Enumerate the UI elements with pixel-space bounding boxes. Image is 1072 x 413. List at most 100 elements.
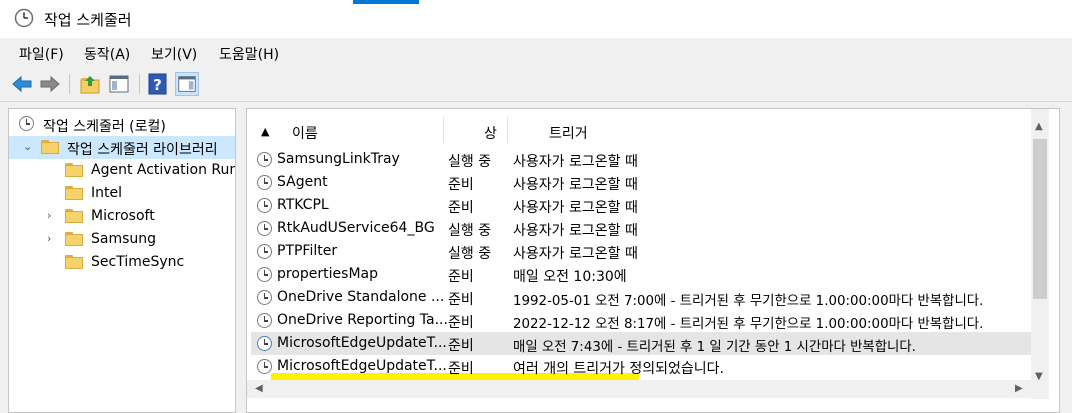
task-clock-icon: [257, 267, 272, 282]
column-status-header[interactable]: 상: [484, 123, 497, 143]
tree-folder-label: Microsoft: [91, 208, 155, 224]
tree-folder-sectimesync[interactable]: SecTimeSync: [9, 251, 235, 274]
task-trigger: 여러 개의 트리거가 정의되었습니다.: [513, 361, 724, 377]
task-trigger: 매일 오전 10:30에: [513, 269, 627, 285]
task-trigger: 매일 오전 7:43에 - 트리거된 후 1 일 기간 동안 1 시간마다 반복…: [513, 340, 916, 355]
menu-help[interactable]: 도움말(H): [219, 44, 279, 64]
tree-root[interactable]: 작업 스케줄러 (로컬): [9, 113, 235, 136]
task-status: 준비: [448, 200, 474, 216]
table-row[interactable]: RTKCPL 준비 사용자가 로그온할 때: [251, 194, 1031, 217]
task-status: 준비: [448, 361, 474, 377]
vertical-scroll-thumb[interactable]: [1033, 139, 1047, 299]
task-status: 실행 중: [448, 154, 492, 170]
column-trigger-header[interactable]: 트리거: [549, 123, 588, 143]
task-status: 준비: [448, 177, 474, 193]
task-status: 실행 중: [448, 246, 492, 262]
show-hide-action-pane-icon: [178, 76, 196, 92]
task-status: 준비: [448, 269, 474, 285]
task-scheduler-clock-icon: [14, 8, 34, 28]
task-clock-icon: [257, 175, 272, 190]
toolbar: ?: [0, 68, 1072, 102]
task-status: 준비: [448, 338, 474, 354]
sort-ascending-icon: ▲: [261, 125, 270, 138]
table-row[interactable]: MicrosoftEdgeUpdateT... 준비 여러 개의 트리거가 정의…: [251, 355, 1031, 378]
task-name: OneDrive Reporting Ta...: [277, 312, 448, 328]
chevron-right-icon[interactable]: ›: [47, 209, 51, 222]
task-name: RTKCPL: [277, 197, 329, 213]
tree-folder-label: Agent Activation Runt: [91, 162, 236, 178]
scroll-right-icon[interactable]: ▶: [1015, 383, 1023, 394]
table-row[interactable]: MicrosoftEdgeUpdateT... 준비 매일 오전 7:43에 -…: [251, 332, 1031, 355]
column-divider[interactable]: [443, 117, 444, 143]
task-clock-icon: [257, 198, 272, 213]
window-title: 작업 스케줄러: [44, 11, 132, 29]
table-row[interactable]: SAgent 준비 사용자가 로그온할 때: [251, 171, 1031, 194]
folder-icon: [65, 255, 83, 269]
task-trigger: 사용자가 로그온할 때: [513, 223, 638, 239]
task-trigger: 사용자가 로그온할 때: [513, 200, 638, 216]
task-clock-icon: [257, 244, 272, 259]
vertical-scrollbar[interactable]: ▲ ▼: [1031, 109, 1049, 399]
task-status: 실행 중: [448, 223, 492, 239]
task-name: OneDrive Standalone ...: [277, 289, 445, 305]
task-name: SAgent: [277, 174, 328, 190]
horizontal-scrollbar[interactable]: ◀ ▶: [247, 380, 1049, 398]
task-status: 준비: [448, 315, 474, 331]
table-row[interactable]: RtkAudUService64_BG 실행 중 사용자가 로그온할 때: [251, 217, 1031, 240]
console-tree[interactable]: 작업 스케줄러 (로컬) ⌄ 작업 스케줄러 라이브러리 Agent Activ…: [8, 108, 236, 413]
task-trigger: 사용자가 로그온할 때: [513, 177, 638, 193]
task-list[interactable]: ▲ 이름 상 트리거 SamsungLinkTray 실행 중 사용자가 로그온…: [246, 108, 1060, 413]
menu-view[interactable]: 보기(V): [151, 44, 197, 64]
show-hide-console-tree-icon[interactable]: [107, 72, 131, 96]
tree-folder-samsung[interactable]: › Samsung: [9, 228, 235, 251]
chevron-right-icon[interactable]: ›: [47, 232, 51, 245]
scroll-up-icon[interactable]: ▲: [1035, 121, 1043, 132]
tree-item-library[interactable]: ⌄ 작업 스케줄러 라이브러리: [9, 136, 235, 159]
tree-folder-label: SecTimeSync: [91, 254, 185, 270]
toolbar-separator: [69, 74, 70, 94]
task-trigger: 사용자가 로그온할 때: [513, 154, 638, 170]
clock-icon: [19, 116, 34, 131]
folder-clock-icon: [41, 140, 59, 154]
table-row[interactable]: OneDrive Standalone ... 준비 1992-05-01 오전…: [251, 286, 1031, 309]
show-hide-action-pane-button[interactable]: [175, 72, 199, 96]
tree-folder-label: Samsung: [91, 231, 157, 247]
column-divider[interactable]: [507, 117, 508, 143]
svg-text:?: ?: [153, 76, 162, 94]
task-name: propertiesMap: [277, 266, 378, 282]
chevron-down-icon[interactable]: ⌄: [23, 140, 32, 153]
tree-folder-agent-activation[interactable]: Agent Activation Runt: [9, 159, 235, 182]
tree-folder-intel[interactable]: Intel: [9, 182, 235, 205]
menu-action[interactable]: 동작(A): [84, 44, 130, 64]
pane-splitter[interactable]: [236, 102, 246, 413]
task-trigger: 2022-12-12 오전 8:17에 - 트리거된 후 무기한으로 1.00:…: [513, 317, 984, 332]
task-status: 준비: [448, 292, 474, 308]
table-row[interactable]: SamsungLinkTray 실행 중 사용자가 로그온할 때: [251, 148, 1031, 171]
table-row[interactable]: OneDrive Reporting Ta... 준비 2022-12-12 오…: [251, 309, 1031, 332]
title-accent-strip: [353, 0, 419, 4]
task-name: RtkAudUService64_BG: [277, 220, 435, 236]
table-row[interactable]: propertiesMap 준비 매일 오전 10:30에: [251, 263, 1031, 286]
tree-root-label: 작업 스케줄러 (로컬): [43, 119, 166, 135]
scroll-left-icon[interactable]: ◀: [255, 383, 263, 394]
folder-icon: [65, 163, 83, 177]
forward-arrow-icon[interactable]: [38, 72, 62, 96]
task-name: MicrosoftEdgeUpdateT...: [277, 358, 447, 374]
task-clock-icon: [257, 152, 272, 167]
back-arrow-icon[interactable]: [10, 72, 34, 96]
column-name-header[interactable]: 이름: [292, 123, 318, 143]
toolbar-divider: [0, 101, 1072, 102]
task-trigger: 1992-05-01 오전 7:00에 - 트리거된 후 무기한으로 1.00:…: [513, 294, 984, 309]
task-clock-icon: [257, 359, 272, 374]
task-clock-icon: [257, 313, 272, 328]
tree-folder-label: Intel: [91, 185, 122, 201]
tree-folder-microsoft[interactable]: › Microsoft: [9, 205, 235, 228]
menu-file[interactable]: 파일(F): [19, 44, 64, 64]
table-row[interactable]: PTPFilter 실행 중 사용자가 로그온할 때: [251, 240, 1031, 263]
help-icon[interactable]: ?: [146, 72, 170, 96]
up-folder-icon[interactable]: [78, 72, 102, 96]
task-clock-icon: [257, 221, 272, 236]
task-name: MicrosoftEdgeUpdateT...: [277, 335, 447, 351]
task-name: SamsungLinkTray: [277, 151, 400, 167]
task-clock-icon: [257, 290, 272, 305]
